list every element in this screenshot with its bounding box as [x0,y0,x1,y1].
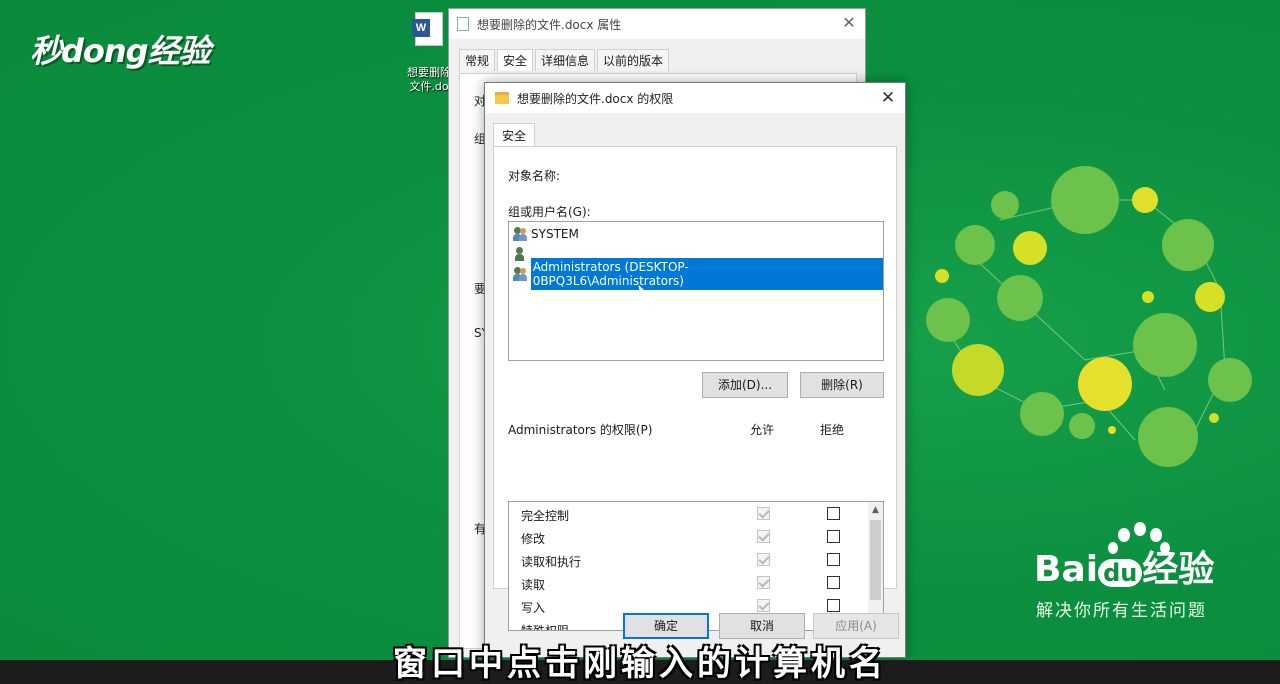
desktop-icon-label-line2: 文件.do [409,80,449,93]
baidu-logo-left: Bai [1034,549,1099,590]
close-icon[interactable]: ✕ [839,13,859,33]
user-item-unnamed[interactable] [513,244,531,264]
deny-checkbox[interactable] [827,530,840,543]
desktop-icon-label: 想要删除 文件.do [404,66,454,94]
deny-checkbox[interactable] [827,553,840,566]
scroll-thumb[interactable] [870,520,881,600]
group-icon [513,227,527,241]
user-list[interactable]: SYSTEM Administrators (DESKTOP-0BPQ3L6\A… [508,221,884,361]
permission-name: 写入 [521,601,546,615]
tab-general[interactable]: 常规 [459,49,496,71]
deny-checkbox[interactable] [827,599,840,612]
user-item-label: Administrators (DESKTOP-0BPQ3L6\Administ… [530,258,883,290]
allow-checkbox [757,530,770,543]
baidu-logo-mid: du [1098,559,1143,587]
security-panel: 对象名称: 组或用户名(G): SYSTEM Administrators (D… [493,146,897,631]
allow-header: 允许 [750,423,775,437]
group-user-label: 组或用户名(G): [508,205,591,219]
permission-row: 完全控制 [509,502,869,525]
tab-details[interactable]: 详细信息 [535,49,596,71]
desktop-icon-label-line1: 想要删除 [407,66,451,79]
properties-tabs: 常规 安全 详细信息 以前的版本 [449,39,865,71]
permission-row: 修改 [509,525,869,548]
permission-name: 修改 [521,532,546,546]
tab-previous-versions[interactable]: 以前的版本 [597,49,670,71]
permission-name: 读取 [521,578,546,592]
permissions-dialog: 想要删除的文件.docx 的权限 ✕ 安全 对象名称: 组或用户名(G): SY… [484,82,906,658]
allow-checkbox [757,553,770,566]
scroll-up-icon[interactable]: ▲ [868,502,883,518]
word-document-icon: W [412,12,443,46]
allow-checkbox [757,599,770,612]
user-icon [513,247,527,261]
deny-header: 拒绝 [820,423,845,437]
permission-scrollbar[interactable]: ▲ ▼ [868,502,883,630]
group-icon [513,267,527,281]
permissions-title-bar: 想要删除的文件.docx 的权限 ✕ [485,83,905,113]
permission-name: 读取和执行 [521,555,582,569]
video-subtitle: 窗口中点击刚输入的计算机名 [393,644,887,684]
baidu-logo: Bai du 经验 [1034,540,1214,592]
word-badge: W [412,19,430,37]
permissions-tabs: 安全 [493,123,536,147]
remove-button[interactable]: 删除(R) [800,372,884,398]
permission-name: 完全控制 [521,509,570,523]
deny-checkbox[interactable] [827,576,840,589]
deny-checkbox[interactable] [827,507,840,520]
tab-security[interactable]: 安全 [493,123,536,147]
permissions-title: 想要删除的文件.docx 的权限 [517,91,674,106]
close-icon[interactable]: ✕ [877,87,899,109]
user-item-label: SYSTEM [531,227,579,241]
baidu-logo-right: 经验 [1142,549,1215,590]
baidu-slogan: 解决你所有生活问题 [1036,601,1207,621]
folder-icon [495,92,509,104]
properties-title-bar: 想要删除的文件.docx 属性 ✕ [449,9,865,39]
desktop-file-icon[interactable]: W 想要删除 文件.do [404,12,454,94]
allow-checkbox [757,507,770,520]
lightbulb-illustration [926,166,1252,467]
permission-row: 读取和执行 [509,548,869,571]
permissions-for-label: Administrators 的权限(P) [508,423,653,437]
user-item-system[interactable]: SYSTEM [513,224,579,244]
user-item-administrators[interactable]: Administrators (DESKTOP-0BPQ3L6\Administ… [513,258,883,290]
object-name-label: 对象名称: [508,169,561,183]
permission-name: 特殊权限 [521,624,570,631]
add-button[interactable]: 添加(D)... [702,372,788,398]
document-icon [457,17,469,31]
allow-checkbox [757,576,770,589]
properties-title: 想要删除的文件.docx 属性 [477,17,622,32]
watermark-logo: 秒dong经验 [30,32,211,70]
permission-row: 读取 [509,571,869,594]
permission-list: 完全控制 修改 读取和执行 读取 写入 特殊权限 ▲ [508,501,884,631]
tab-security[interactable]: 安全 [497,49,534,71]
